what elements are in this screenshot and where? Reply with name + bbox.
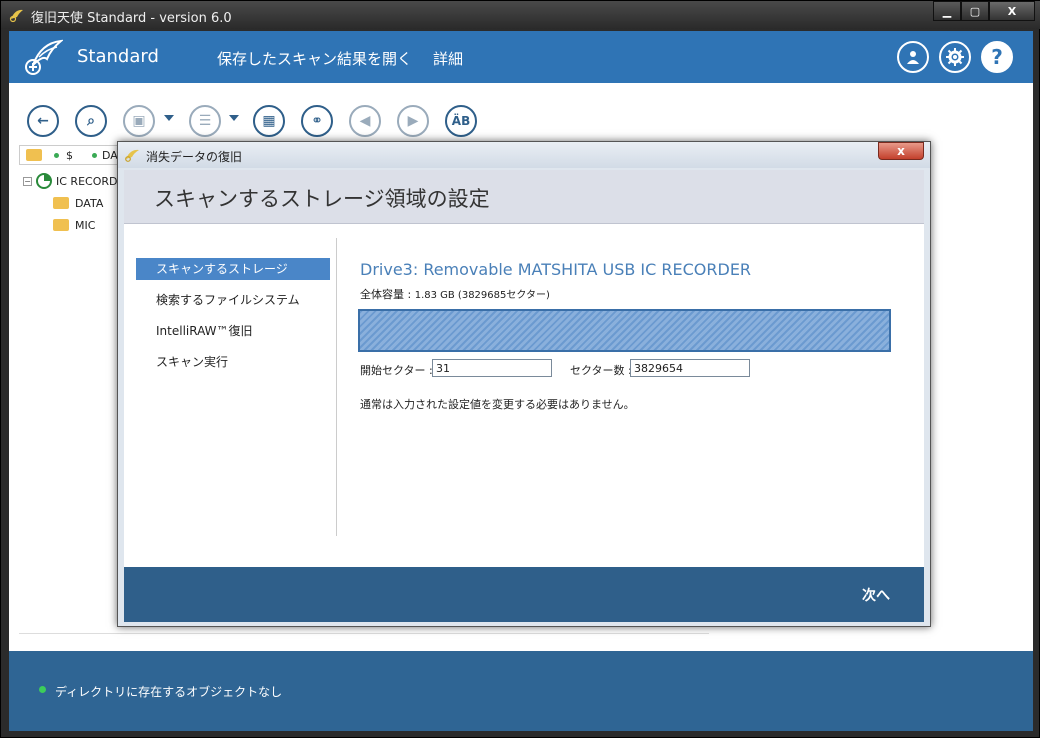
- details-link[interactable]: 詳細: [433, 48, 463, 69]
- dialog-close-button[interactable]: x: [878, 142, 924, 160]
- collapse-icon[interactable]: −: [23, 176, 32, 186]
- breadcrumb-segment[interactable]: $: [66, 149, 73, 162]
- status-dot-icon: [92, 153, 97, 158]
- open-saved-scan-link[interactable]: 保存したスキャン結果を開く: [217, 48, 412, 69]
- storage-region-bar[interactable]: [358, 309, 891, 352]
- drive-title: Drive3: Removable MATSHITA USB IC RECORD…: [360, 260, 752, 279]
- save-dropdown-icon[interactable]: [164, 115, 174, 121]
- step-storage[interactable]: スキャンするストレージ: [136, 258, 330, 280]
- save-button[interactable]: ▣: [123, 105, 155, 137]
- dialog-body: スキャンするストレージ領域の設定 スキャンするストレージ 検索するファイルシステ…: [124, 170, 924, 622]
- search-button[interactable]: ⌕: [75, 105, 107, 137]
- account-button[interactable]: [897, 41, 929, 73]
- next-button[interactable]: 次へ: [862, 585, 890, 605]
- start-sector-input[interactable]: [432, 359, 552, 377]
- previous-button[interactable]: ◀: [349, 105, 381, 137]
- step-filesystem[interactable]: 検索するファイルシステム: [136, 289, 330, 311]
- find-button[interactable]: ⚭: [301, 105, 333, 137]
- window-title: 復旧天使 Standard - version 6.0: [31, 11, 232, 26]
- gear-icon: [946, 48, 964, 66]
- close-button[interactable]: X: [989, 1, 1035, 21]
- angel-wing-icon: [125, 149, 139, 162]
- status-dot-icon: [54, 153, 59, 158]
- divider: [336, 238, 337, 536]
- window-titlebar[interactable]: 復旧天使 Standard - version 6.0 ▁ ▢ X: [1, 1, 1040, 29]
- encoding-button[interactable]: ÄB: [445, 105, 477, 137]
- recovery-dialog: 消失データの復旧 x スキャンするストレージ領域の設定 スキャンするストレージ …: [117, 141, 931, 627]
- brand-name: Standard: [77, 46, 159, 67]
- dialog-footer: 次へ: [124, 567, 924, 622]
- logo-icon: [25, 39, 63, 75]
- capacity-value: 1.83 GB (3829685セクター): [414, 290, 550, 301]
- angel-wing-icon: [9, 9, 23, 23]
- back-button[interactable]: ←: [27, 105, 59, 137]
- capacity-label: 全体容量 :: [360, 288, 415, 301]
- tree-item-label: DATA: [75, 196, 104, 210]
- dialog-titlebar[interactable]: 消失データの復旧 x: [118, 142, 930, 168]
- app-window: 復旧天使 Standard - version 6.0 ▁ ▢ X Standa…: [0, 0, 1040, 738]
- dialog-header: スキャンするストレージ領域の設定: [124, 170, 924, 224]
- app-header: Standard 保存したスキャン結果を開く 詳細 ?: [9, 31, 1033, 83]
- status-text: ディレクトリに存在するオブジェクトなし: [55, 685, 283, 699]
- status-dot-icon: [39, 686, 46, 693]
- list-dropdown-icon[interactable]: [229, 115, 239, 121]
- view-mode-button[interactable]: ▦: [253, 105, 285, 137]
- minimize-button[interactable]: ▁: [933, 1, 961, 21]
- capacity-info: 全体容量 : 1.83 GB (3829685セクター): [360, 286, 550, 302]
- user-icon: [907, 51, 919, 64]
- help-button[interactable]: ?: [981, 41, 1013, 73]
- tree-item-data[interactable]: DATA: [53, 193, 103, 213]
- step-run-scan[interactable]: スキャン実行: [136, 351, 330, 373]
- drive-icon: [36, 173, 52, 189]
- maximize-button[interactable]: ▢: [961, 1, 989, 21]
- step-intelliraw[interactable]: IntelliRAW™復旧: [136, 320, 330, 342]
- dialog-heading: スキャンするストレージ領域の設定: [154, 187, 490, 211]
- settings-button[interactable]: [939, 41, 971, 73]
- folder-icon: [26, 149, 42, 161]
- tree-item-label: MIC: [75, 218, 96, 232]
- toolbar: ← ⌕ ▣ ☰ ▦ ⚭ ◀ ▶ ÄB: [9, 83, 1033, 143]
- divider: [19, 633, 709, 634]
- status-bar: ディレクトリに存在するオブジェクトなし: [9, 651, 1033, 731]
- sector-count-label: セクター数 :: [570, 364, 632, 377]
- folder-icon: [53, 219, 69, 231]
- next-item-button[interactable]: ▶: [397, 105, 429, 137]
- tree-item-mic[interactable]: MIC: [53, 215, 95, 235]
- hint-text: 通常は入力された設定値を変更する必要はありません。: [360, 398, 635, 411]
- tree-item-root[interactable]: − IC RECORDER: [23, 171, 132, 191]
- dialog-title: 消失データの復旧: [146, 150, 243, 164]
- start-sector-label: 開始セクター :: [360, 364, 433, 377]
- folder-icon: [53, 197, 69, 209]
- list-button[interactable]: ☰: [189, 105, 221, 137]
- sector-count-input[interactable]: [630, 359, 750, 377]
